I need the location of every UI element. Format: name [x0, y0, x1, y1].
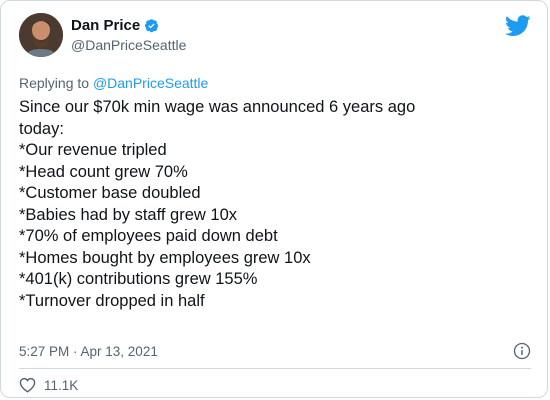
like-button[interactable]: 11.1K [19, 377, 78, 393]
like-count: 11.1K [44, 377, 79, 393]
tweet-timestamp[interactable]: 5:27 PM · Apr 13, 2021 [19, 344, 158, 359]
twitter-bird-icon[interactable] [505, 15, 531, 37]
tweet-text: Since our $70k min wage was announced 6 … [19, 97, 534, 312]
reply-prefix: Replying to [19, 75, 93, 91]
tweet-line: *401(k) contributions grew 155% [19, 270, 258, 288]
avatar[interactable] [19, 13, 63, 57]
tweet-line: *Customer base doubled [19, 184, 201, 202]
reply-target-link[interactable]: @DanPriceSeattle [93, 75, 208, 91]
tweet-line: today: [19, 119, 64, 138]
replying-to: Replying to @DanPriceSeattle [19, 75, 208, 91]
tweet-line: *Head count grew 70% [19, 162, 188, 181]
tweet-card: Dan Price @DanPriceSeattle Replying to @… [0, 0, 548, 398]
tweet-line: *Babies had by staff grew 10x [19, 205, 237, 224]
verified-badge-icon [145, 19, 159, 33]
tweet-line: *Our revenue tripled [19, 141, 167, 159]
tweet-line: Since our $70k min wage was announced 6 … [19, 98, 416, 116]
tweet-line: *70% of employees paid down debt [19, 227, 278, 245]
heart-icon [19, 377, 36, 393]
tweet-line: *Homes bought by employees grew 10x [19, 248, 311, 267]
author-name[interactable]: Dan Price [71, 17, 140, 34]
author-name-row: Dan Price [71, 17, 159, 34]
divider [19, 368, 531, 369]
info-icon[interactable] [513, 342, 531, 360]
author-handle[interactable]: @DanPriceSeattle [71, 37, 186, 53]
tweet-line: *Turnover dropped in half [19, 291, 205, 310]
